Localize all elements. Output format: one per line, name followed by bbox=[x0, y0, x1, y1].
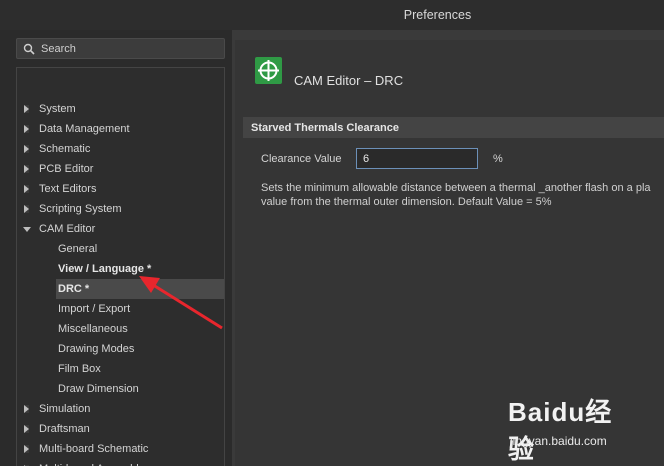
chevron-right-icon[interactable] bbox=[24, 105, 29, 113]
section-header: Starved Thermals Clearance bbox=[243, 117, 664, 138]
tree-item-general[interactable]: General bbox=[17, 239, 224, 259]
tree-item-import-export[interactable]: Import / Export bbox=[17, 299, 224, 319]
tree-item-label: Draftsman bbox=[39, 423, 90, 435]
crosshair-target-icon bbox=[255, 57, 282, 84]
title-bar: Preferences bbox=[0, 0, 664, 30]
tree-item-label: PCB Editor bbox=[39, 163, 94, 175]
unit-label: % bbox=[493, 153, 503, 165]
watermark-brand: Baidu经验 bbox=[508, 397, 613, 464]
tree-item-label: Schematic bbox=[39, 143, 91, 155]
clearance-value-input[interactable] bbox=[356, 148, 478, 169]
tree-item-label: View / Language * bbox=[58, 263, 152, 275]
chevron-right-icon[interactable] bbox=[24, 405, 29, 413]
tree-item-label: Text Editors bbox=[39, 183, 97, 195]
description-line-1: Sets the minimum allowable distance betw… bbox=[261, 182, 651, 194]
tree-item-label: Drawing Modes bbox=[58, 343, 135, 355]
tree-item-multi-board-schematic[interactable]: Multi-board Schematic bbox=[17, 439, 224, 459]
tree-item-scripting-system[interactable]: Scripting System bbox=[17, 199, 224, 219]
tree-item-drc[interactable]: DRC * bbox=[56, 279, 224, 299]
description-text: Sets the minimum allowable distance betw… bbox=[261, 181, 664, 209]
watermark-url: jingyan.baidu.com bbox=[510, 434, 607, 448]
tree-item-view-language[interactable]: View / Language * bbox=[17, 259, 224, 279]
clearance-value-label: Clearance Value bbox=[261, 153, 342, 165]
chevron-right-icon[interactable] bbox=[24, 185, 29, 193]
tree-item-draftsman[interactable]: Draftsman bbox=[17, 419, 224, 439]
tree-item-label: Multi-board Schematic bbox=[39, 443, 149, 455]
tree-item-label: Film Box bbox=[58, 363, 101, 375]
tree-item-text-editors[interactable]: Text Editors bbox=[17, 179, 224, 199]
tree-item-label: System bbox=[39, 103, 76, 115]
chevron-right-icon[interactable] bbox=[24, 425, 29, 433]
tree-item-miscellaneous[interactable]: Miscellaneous bbox=[17, 319, 224, 339]
chevron-right-icon[interactable] bbox=[24, 165, 29, 173]
preferences-tree: System Data Management Schematic PCB Editor… bbox=[16, 67, 225, 466]
tree-item-data-management[interactable]: Data Management bbox=[17, 119, 224, 139]
tree-item-label: Draw Dimension bbox=[58, 383, 139, 395]
search-label: Search bbox=[41, 42, 76, 55]
tree-item-system[interactable]: System bbox=[17, 99, 224, 119]
tree-item-cam-editor[interactable]: CAM Editor bbox=[17, 219, 224, 239]
page-title: CAM Editor – DRC bbox=[294, 73, 404, 88]
description-line-2: value from the thermal outer dimension. … bbox=[261, 196, 552, 208]
chevron-right-icon[interactable] bbox=[24, 205, 29, 213]
tree-item-label: DRC * bbox=[58, 283, 90, 295]
tree-item-label: General bbox=[58, 243, 98, 255]
search-box[interactable]: Search bbox=[16, 38, 225, 59]
search-icon bbox=[23, 43, 35, 55]
tree-item-schematic[interactable]: Schematic bbox=[17, 139, 224, 159]
chevron-down-icon[interactable] bbox=[23, 227, 31, 232]
tree-item-label: Miscellaneous bbox=[58, 323, 128, 335]
tree-item-label: Simulation bbox=[39, 403, 91, 415]
chevron-right-icon[interactable] bbox=[24, 145, 29, 153]
left-panel: Search System Data Management Schematic PCB… bbox=[0, 30, 232, 466]
watermark: Baidu经验 jingyan.baidu.com bbox=[508, 392, 638, 464]
chevron-right-icon[interactable] bbox=[24, 445, 29, 453]
tree-item-simulation[interactable]: Simulation bbox=[17, 399, 224, 419]
chevron-right-icon[interactable] bbox=[24, 125, 29, 133]
tree-item-drawing-modes[interactable]: Drawing Modes bbox=[17, 339, 224, 359]
tree-item-label: Scripting System bbox=[39, 203, 122, 215]
tree-item-film-box[interactable]: Film Box bbox=[17, 359, 224, 379]
tree-item-draw-dimension[interactable]: Draw Dimension bbox=[17, 379, 224, 399]
tree-item-label: Data Management bbox=[39, 123, 130, 135]
tree-item-label: Import / Export bbox=[58, 303, 131, 315]
tree-item-label: CAM Editor bbox=[39, 223, 96, 235]
tree-item-multi-board-assembly[interactable]: Multi-board Assembly bbox=[17, 459, 224, 466]
window-title: Preferences bbox=[403, 8, 472, 22]
tree-item-pcb-editor[interactable]: PCB Editor bbox=[17, 159, 224, 179]
